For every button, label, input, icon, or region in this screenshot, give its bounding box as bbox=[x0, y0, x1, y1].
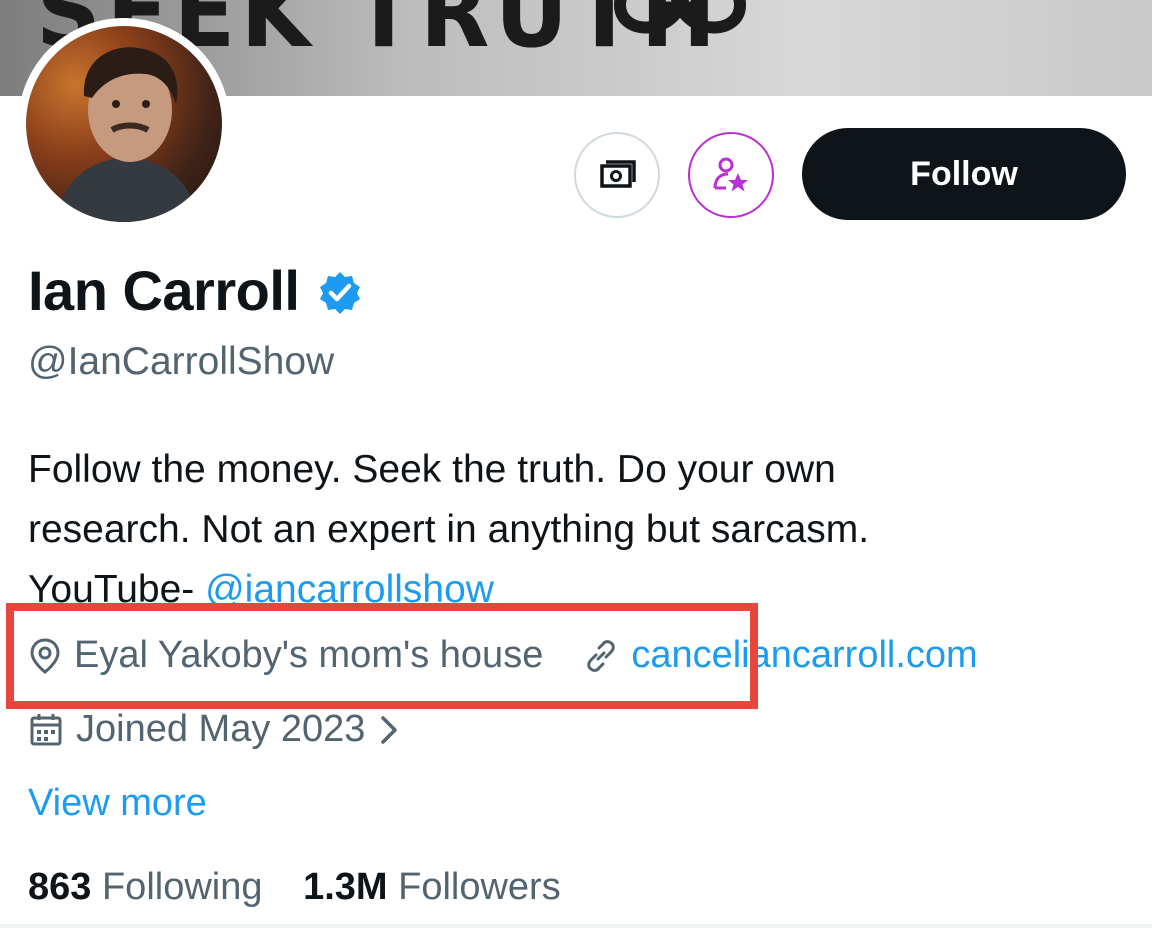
calendar-icon bbox=[30, 713, 62, 745]
followers-label: Followers bbox=[398, 866, 561, 908]
follow-stats: 863 Following 1.3M Followers bbox=[28, 866, 561, 909]
highlight-annotation-box bbox=[6, 603, 758, 709]
subscribe-button[interactable] bbox=[688, 132, 774, 218]
bio-line: Follow the money. Seek the truth. Do you… bbox=[28, 448, 836, 491]
infinity-mark-icon bbox=[613, 0, 747, 34]
joined-text: Joined May 2023 bbox=[76, 708, 366, 750]
display-name: Ian Carroll bbox=[28, 259, 300, 322]
subscribe-person-star-icon bbox=[713, 157, 748, 192]
name-row: Ian Carroll bbox=[28, 258, 363, 323]
avatar[interactable] bbox=[18, 18, 230, 230]
followers-count: 1.3M bbox=[303, 866, 388, 908]
bio-line: research. Not an expert in anything but … bbox=[28, 508, 870, 551]
chevron-right-icon bbox=[381, 715, 398, 744]
profile-photo bbox=[26, 26, 222, 222]
followers-stat[interactable]: 1.3M Followers bbox=[303, 866, 561, 908]
handle: @IanCarrollShow bbox=[28, 340, 335, 383]
joined-row[interactable]: Joined May 2023 bbox=[28, 708, 411, 751]
verified-badge-icon[interactable] bbox=[317, 270, 363, 316]
following-stat[interactable]: 863 Following bbox=[28, 866, 263, 908]
divider bbox=[0, 924, 1152, 928]
bio: Follow the money. Seek the truth. Do you… bbox=[28, 440, 1108, 620]
money-tip-icon bbox=[600, 160, 636, 188]
following-label: Following bbox=[101, 866, 263, 908]
tip-button[interactable] bbox=[574, 132, 660, 218]
follow-button[interactable]: Follow bbox=[802, 128, 1126, 220]
following-count: 863 bbox=[28, 866, 92, 908]
view-more-link[interactable]: View more bbox=[28, 782, 207, 825]
